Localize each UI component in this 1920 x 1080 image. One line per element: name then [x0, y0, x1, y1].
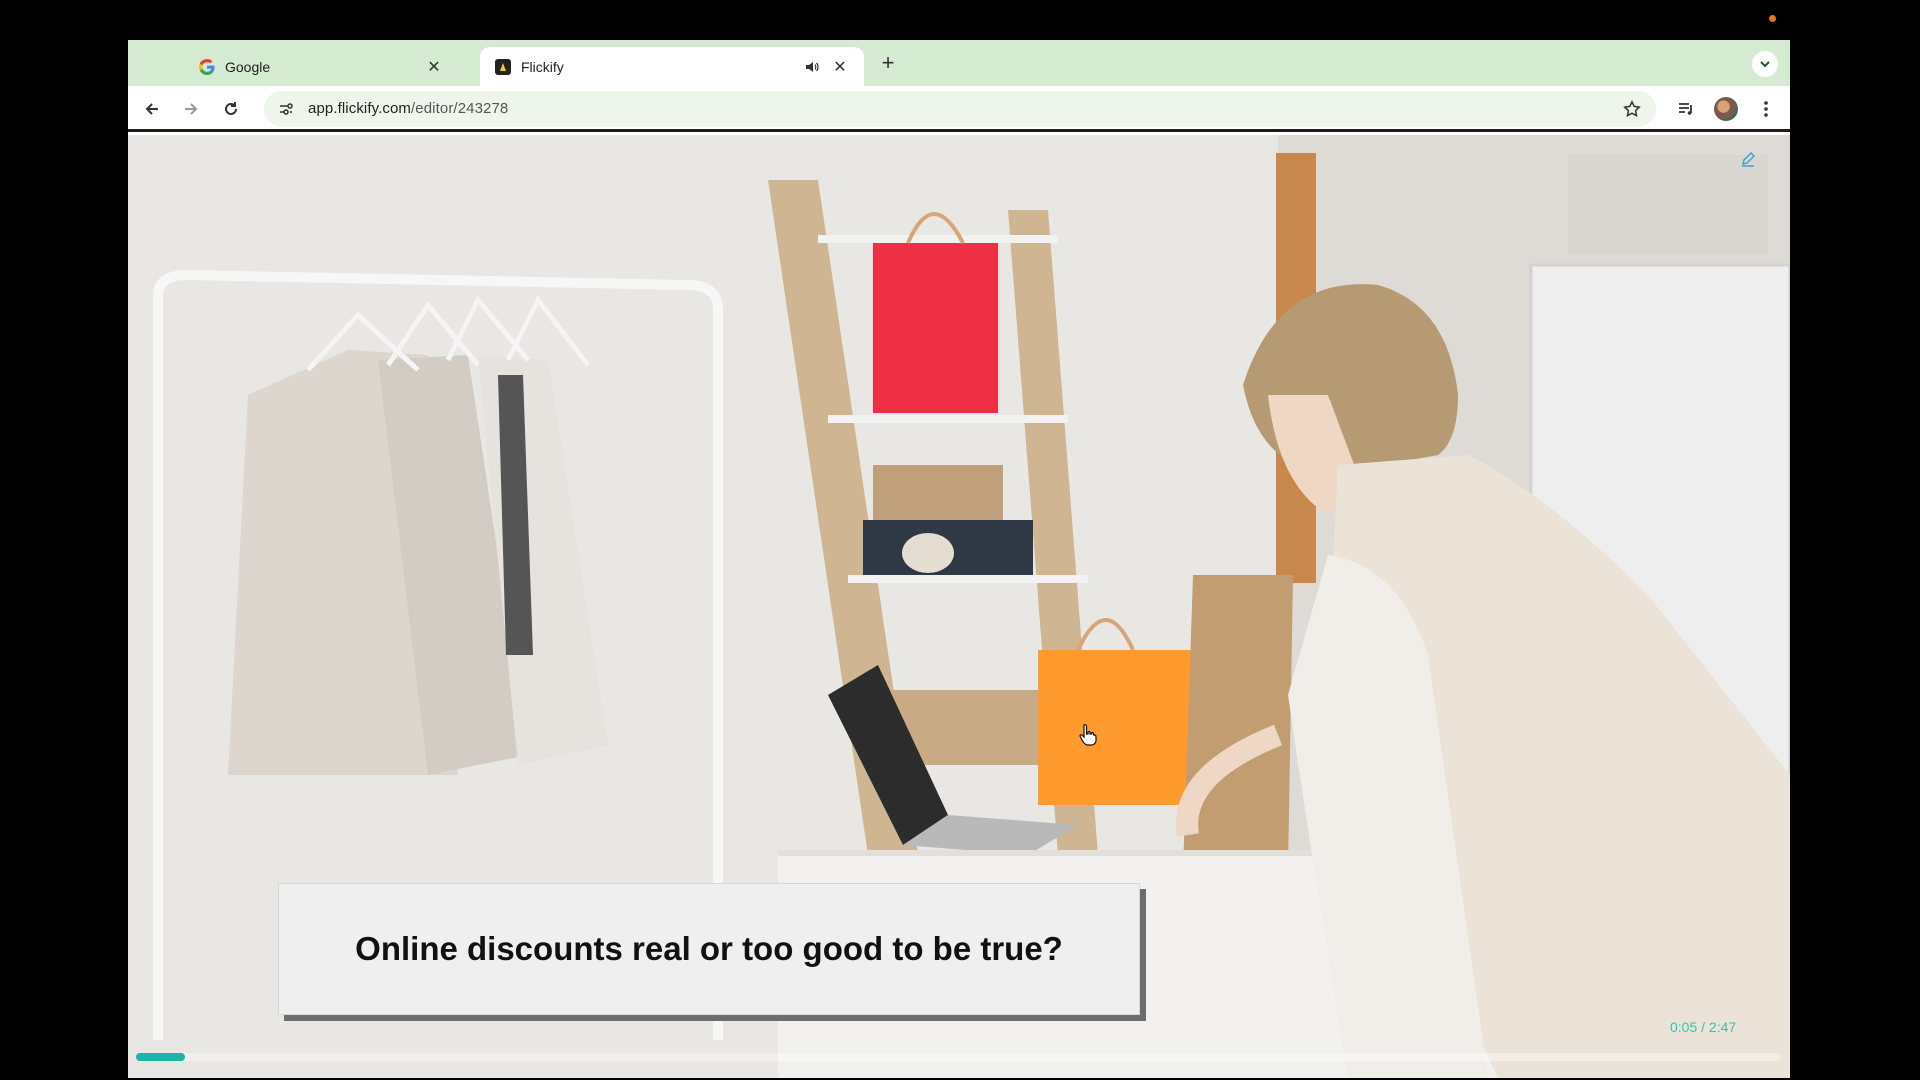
- tab-google-title: Google: [225, 58, 271, 75]
- browser-window: Google ✕ Flickify ✕ + app.flickify.com/e…: [128, 40, 1790, 1078]
- tab-flickify-close-icon[interactable]: ✕: [830, 57, 850, 77]
- flickify-icon: [494, 58, 511, 75]
- tab-google[interactable]: Google ✕: [198, 47, 458, 86]
- more-menu-icon[interactable]: [1754, 97, 1778, 121]
- forward-arrow-icon[interactable]: [179, 97, 203, 121]
- back-arrow-icon[interactable]: [140, 97, 164, 121]
- google-icon: [198, 58, 215, 75]
- profile-avatar[interactable]: [1714, 97, 1738, 121]
- site-settings-icon[interactable]: [276, 99, 296, 119]
- video-caption-text: Online discounts real or too good to be …: [355, 930, 1063, 967]
- pencil-edit-icon[interactable]: [1738, 149, 1758, 169]
- video-caption-box: Online discounts real or too good to be …: [278, 883, 1140, 1015]
- video-player[interactable]: Online discounts real or too good to be …: [128, 135, 1790, 1078]
- url-path: /editor/243278: [411, 100, 509, 117]
- tab-strip: Google ✕ Flickify ✕ +: [128, 40, 1790, 86]
- screen: Google ✕ Flickify ✕ + app.flickify.com/e…: [0, 0, 1920, 1080]
- reload-icon[interactable]: [219, 97, 243, 121]
- tab-flickify-title: Flickify: [521, 58, 564, 75]
- media-controls-icon[interactable]: [1674, 97, 1698, 121]
- address-bar[interactable]: app.flickify.com/editor/243278: [264, 91, 1656, 127]
- new-tab-button[interactable]: +: [876, 52, 900, 76]
- url-domain: app.flickify.com: [308, 100, 412, 117]
- url-text[interactable]: app.flickify.com/editor/243278: [308, 100, 508, 117]
- speaker-icon[interactable]: [802, 57, 822, 77]
- tab-search-chevron-icon[interactable]: [1752, 51, 1778, 77]
- video-timecode: 0:05 / 2:47: [1670, 1019, 1737, 1035]
- tab-google-close-icon[interactable]: ✕: [424, 57, 444, 77]
- recording-indicator: [1769, 15, 1776, 22]
- mouse-pointer-hand-icon: [1079, 724, 1097, 746]
- toolbar: app.flickify.com/editor/243278: [128, 86, 1790, 132]
- video-progress-bar[interactable]: [136, 1053, 1781, 1061]
- bookmark-star-icon[interactable]: [1622, 99, 1642, 119]
- tab-flickify[interactable]: Flickify ✕: [480, 47, 864, 86]
- video-progress-fill: [136, 1053, 185, 1061]
